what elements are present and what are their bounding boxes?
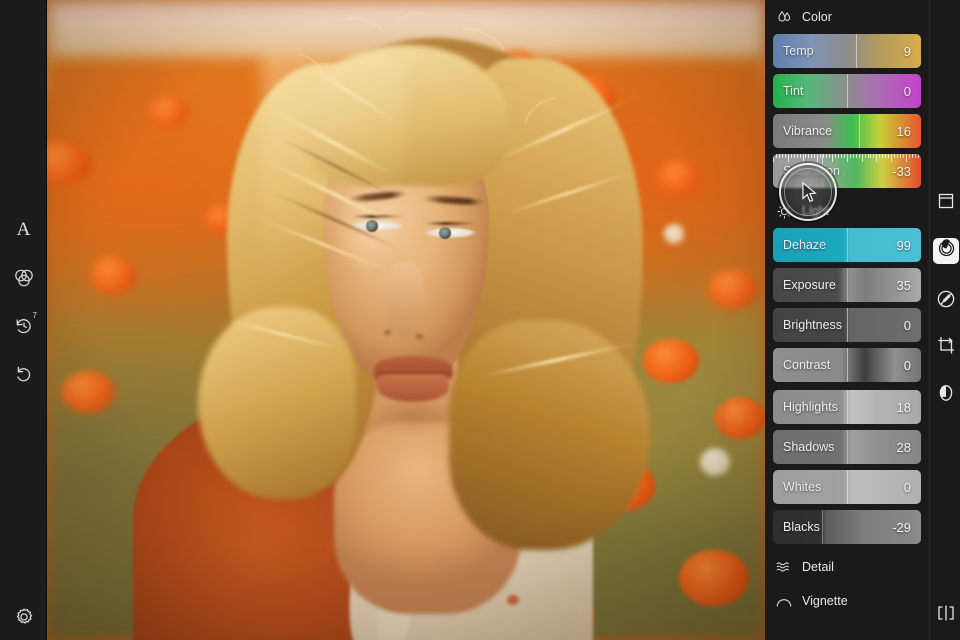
wavy-lines-icon bbox=[775, 558, 793, 576]
compare-button[interactable] bbox=[933, 602, 959, 628]
slider-label-blacks: Blacks bbox=[783, 520, 820, 534]
photo-editor-app: A 7 Color Temp 9 Tint 0 Vibrance 16 Satu… bbox=[0, 0, 960, 640]
left-toolbar: A 7 bbox=[0, 0, 47, 640]
chin-shadow bbox=[370, 400, 457, 432]
slider-label-temp: Temp bbox=[783, 44, 814, 58]
slider-value-temp: 9 bbox=[903, 43, 911, 59]
slider-thumb-tint[interactable] bbox=[847, 74, 848, 108]
vignette-arc-icon bbox=[775, 592, 793, 610]
slider-value-dehaze: 99 bbox=[896, 237, 911, 253]
slider-contrast[interactable]: Contrast 0 bbox=[773, 348, 921, 382]
slider-thumb-temp[interactable] bbox=[855, 34, 857, 68]
section-title-detail: Detail bbox=[802, 560, 834, 574]
rim-light bbox=[262, 51, 406, 372]
slider-vibrance[interactable]: Vibrance 16 bbox=[773, 114, 921, 148]
slider-label-whites: Whites bbox=[783, 480, 822, 494]
slider-label-tint: Tint bbox=[783, 84, 804, 98]
slider-value-blacks: -29 bbox=[892, 519, 911, 535]
slider-highlights[interactable]: Highlights 18 bbox=[773, 390, 921, 424]
slider-thumb-exposure[interactable] bbox=[847, 268, 848, 302]
frame-layers-icon bbox=[936, 191, 956, 216]
photo-canvas[interactable] bbox=[47, 0, 765, 640]
history-count-badge: 7 bbox=[32, 311, 37, 320]
iris-right bbox=[439, 226, 452, 239]
overlapping-circles-icon bbox=[11, 265, 37, 291]
before-after-icon bbox=[935, 602, 957, 629]
crop-icon bbox=[936, 335, 957, 361]
slider-brightness[interactable]: Brightness 0 bbox=[773, 308, 921, 342]
slider-thumb-highlights[interactable] bbox=[847, 390, 848, 424]
portrait-tool-button[interactable] bbox=[933, 382, 959, 408]
section-title-vignette: Vignette bbox=[802, 594, 848, 608]
adjust-tool-button[interactable] bbox=[933, 238, 959, 264]
layers-tool-button[interactable] bbox=[933, 190, 959, 216]
slider-value-tint: 0 bbox=[903, 83, 911, 99]
slider-thumb-dehaze[interactable] bbox=[847, 228, 848, 262]
slider-label-highlights: Highlights bbox=[783, 400, 838, 414]
slider-value-brightness: 0 bbox=[903, 317, 911, 333]
slider-label-contrast: Contrast bbox=[783, 358, 831, 372]
section-header-color[interactable]: Color bbox=[773, 0, 921, 34]
slider-value-vibrance: 16 bbox=[896, 123, 911, 139]
slider-value-shadows: 28 bbox=[896, 439, 911, 455]
slider-shadows[interactable]: Shadows 28 bbox=[773, 430, 921, 464]
slider-exposure[interactable]: Exposure 35 bbox=[773, 268, 921, 302]
history-tool-button[interactable]: 7 bbox=[0, 303, 47, 349]
slider-value-whites: 0 bbox=[903, 479, 911, 495]
slider-label-shadows: Shadows bbox=[783, 440, 835, 454]
slider-label-dehaze: Dehaze bbox=[783, 238, 827, 252]
slider-value-contrast: 0 bbox=[903, 357, 911, 373]
crop-tool-button[interactable] bbox=[933, 335, 959, 361]
dial-knob-icon bbox=[936, 238, 957, 264]
slider-temp[interactable]: Temp 9 bbox=[773, 34, 921, 68]
water-droplets-icon bbox=[775, 8, 793, 26]
subject-figure bbox=[47, 0, 765, 640]
section-title-color: Color bbox=[802, 10, 832, 24]
slider-blacks[interactable]: Blacks -29 bbox=[773, 510, 921, 544]
lower-lip bbox=[377, 373, 450, 402]
slider-whites[interactable]: Whites 0 bbox=[773, 470, 921, 504]
blouse-floral-print bbox=[506, 595, 519, 606]
slider-thumb-whites[interactable] bbox=[847, 470, 848, 504]
edited-photo bbox=[47, 0, 765, 640]
slider-value-saturation: -33 bbox=[892, 163, 911, 179]
slider-value-highlights: 18 bbox=[896, 399, 911, 415]
slider-value-exposure: 35 bbox=[896, 277, 911, 293]
color-mix-tool-button[interactable] bbox=[0, 255, 47, 301]
mouse-cursor bbox=[802, 182, 817, 203]
slider-dehaze[interactable]: Dehaze 99 bbox=[773, 228, 921, 262]
slider-tint[interactable]: Tint 0 bbox=[773, 74, 921, 108]
brush-slash-icon bbox=[935, 288, 957, 315]
settings-button[interactable] bbox=[0, 594, 47, 640]
slider-thumb-brightness[interactable] bbox=[847, 308, 848, 342]
right-toolbar bbox=[929, 0, 960, 640]
retouch-tool-button[interactable] bbox=[933, 288, 959, 314]
section-header-detail[interactable]: Detail bbox=[773, 550, 921, 584]
slider-thumb-shadows[interactable] bbox=[847, 430, 848, 464]
undo-tool-button[interactable] bbox=[0, 351, 47, 397]
gear-icon bbox=[12, 605, 36, 629]
text-tool-button[interactable]: A bbox=[0, 207, 47, 253]
edit-panel: Color Temp 9 Tint 0 Vibrance 16 Saturati… bbox=[765, 0, 929, 640]
slider-label-brightness: Brightness bbox=[783, 318, 843, 332]
portrait-mask-icon bbox=[936, 383, 956, 408]
letter-A-icon: A bbox=[16, 219, 31, 240]
hair-lower-right bbox=[449, 320, 651, 551]
section-header-vignette[interactable]: Vignette bbox=[773, 584, 921, 618]
slider-thumb-blacks[interactable] bbox=[821, 510, 823, 544]
slider-thumb-contrast[interactable] bbox=[847, 348, 848, 382]
slider-thumb-vibrance[interactable] bbox=[858, 114, 860, 148]
slider-label-exposure: Exposure bbox=[783, 278, 836, 292]
slider-label-vibrance: Vibrance bbox=[783, 124, 833, 138]
undo-arrow-icon bbox=[12, 362, 36, 386]
